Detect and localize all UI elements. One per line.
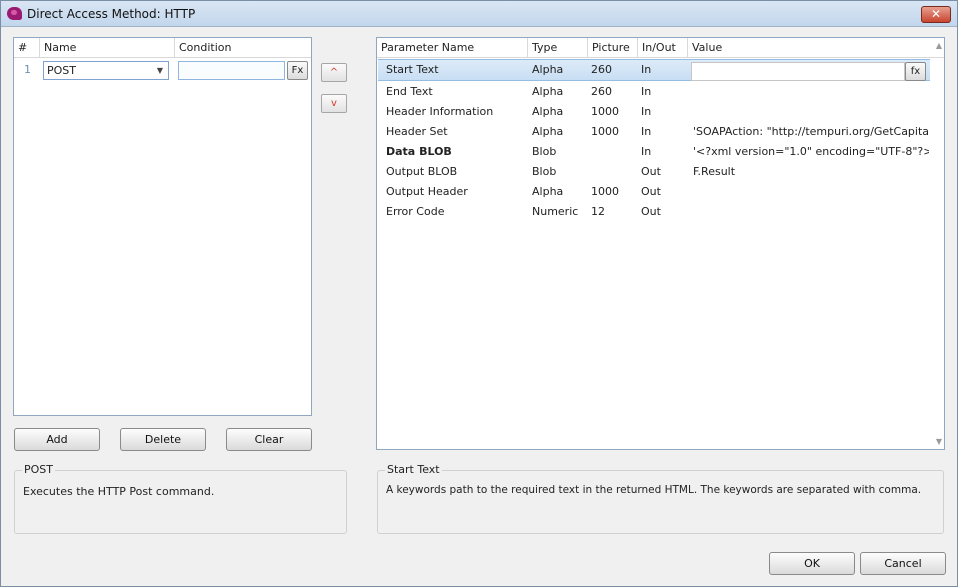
parameter-type-cell: Alpha bbox=[532, 85, 564, 98]
parameter-picture-cell: 12 bbox=[591, 205, 605, 218]
method-info-description: Executes the HTTP Post command. bbox=[23, 485, 215, 498]
method-info-title: POST bbox=[22, 463, 55, 476]
parameter-inout-cell: Out bbox=[641, 165, 661, 178]
column-header-picture: Picture bbox=[588, 38, 638, 58]
parameter-name-cell: Start Text bbox=[386, 63, 439, 76]
parameter-name-cell: Output BLOB bbox=[386, 165, 458, 178]
cancel-button[interactable]: Cancel bbox=[860, 552, 946, 575]
parameter-inout-cell: Out bbox=[641, 205, 661, 218]
ok-button[interactable]: OK bbox=[769, 552, 855, 575]
column-header-type: Type bbox=[528, 38, 588, 58]
parameter-value-cell: 'SOAPAction: "http://tempuri.org/GetCapi… bbox=[693, 125, 929, 138]
parameters-grid: Parameter Name Type Picture In/Out Value… bbox=[376, 37, 945, 450]
table-row[interactable]: Error Code Numeric 12 Out bbox=[377, 202, 930, 222]
column-header-number: # bbox=[14, 38, 40, 58]
table-row[interactable]: 1 POST ▼ Fx bbox=[14, 59, 311, 81]
parameter-value-cell bbox=[693, 102, 929, 122]
parameter-inout-cell: In bbox=[641, 105, 652, 118]
move-up-button[interactable]: ^ bbox=[321, 63, 347, 82]
clear-button[interactable]: Clear bbox=[226, 428, 312, 451]
app-icon bbox=[7, 7, 22, 20]
table-row[interactable]: Output BLOB Blob Out F.Result bbox=[377, 162, 930, 182]
column-header-parameter-name: Parameter Name bbox=[377, 38, 528, 58]
table-row[interactable]: End Text Alpha 260 In bbox=[377, 82, 930, 102]
parameter-inout-cell: In bbox=[641, 85, 652, 98]
method-info-group: POST Executes the HTTP Post command. bbox=[14, 463, 347, 534]
scroll-down-icon[interactable]: ▼ bbox=[936, 437, 942, 446]
parameter-name-cell: Header Information bbox=[386, 105, 494, 118]
value-fx-button[interactable]: fx bbox=[905, 62, 926, 81]
chevron-down-icon: ▼ bbox=[156, 66, 163, 75]
value-input[interactable] bbox=[691, 62, 905, 81]
condition-fx-button[interactable]: Fx bbox=[287, 61, 308, 80]
parameter-picture-cell: 1000 bbox=[591, 125, 619, 138]
column-header-name: Name bbox=[40, 38, 175, 58]
parameter-info-title: Start Text bbox=[385, 463, 442, 476]
parameters-grid-header: Parameter Name Type Picture In/Out Value bbox=[377, 38, 944, 58]
title-bar: Direct Access Method: HTTP ✕ bbox=[1, 1, 957, 27]
move-down-button[interactable]: v bbox=[321, 94, 347, 113]
parameter-type-cell: Blob bbox=[532, 145, 557, 158]
parameter-picture-cell: 1000 bbox=[591, 185, 619, 198]
parameter-type-cell: Alpha bbox=[532, 125, 564, 138]
parameter-type-cell: Numeric bbox=[532, 205, 579, 218]
method-name-dropdown[interactable]: POST ▼ bbox=[43, 61, 169, 80]
table-row[interactable]: Output Header Alpha 1000 Out bbox=[377, 182, 930, 202]
scroll-up-icon[interactable]: ▲ bbox=[936, 41, 942, 50]
parameter-value-cell: F.Result bbox=[693, 165, 736, 178]
add-button[interactable]: Add bbox=[14, 428, 100, 451]
parameter-value-cell: '<?xml version="1.0" encoding="UTF-8"?>' bbox=[693, 145, 929, 158]
delete-button[interactable]: Delete bbox=[120, 428, 206, 451]
parameter-name-cell: Data BLOB bbox=[386, 145, 452, 158]
parameter-inout-cell: Out bbox=[641, 185, 661, 198]
methods-grid: # Name Condition 1 POST ▼ Fx bbox=[13, 37, 312, 416]
parameter-type-cell: Alpha bbox=[532, 185, 564, 198]
parameter-name-cell: Error Code bbox=[386, 205, 445, 218]
row-number: 1 bbox=[24, 63, 31, 76]
parameter-inout-cell: In bbox=[641, 63, 652, 76]
parameter-picture-cell bbox=[591, 162, 638, 182]
methods-grid-header: # Name Condition bbox=[14, 38, 311, 58]
parameter-picture-cell: 260 bbox=[591, 85, 612, 98]
window-title: Direct Access Method: HTTP bbox=[27, 7, 196, 21]
parameter-value-cell bbox=[693, 82, 929, 102]
dialog-window: Direct Access Method: HTTP ✕ # Name Cond… bbox=[0, 0, 958, 587]
table-row[interactable]: Header Information Alpha 1000 In bbox=[377, 102, 930, 122]
close-icon: ✕ bbox=[930, 7, 942, 21]
parameter-type-cell: Blob bbox=[532, 165, 557, 178]
parameter-name-cell: Header Set bbox=[386, 125, 448, 138]
parameter-info-description: A keywords path to the required text in … bbox=[386, 484, 922, 496]
parameter-picture-cell: 1000 bbox=[591, 105, 619, 118]
column-header-value: Value bbox=[692, 41, 723, 54]
method-name-value: POST bbox=[47, 64, 76, 77]
parameter-type-cell: Alpha bbox=[532, 105, 564, 118]
column-header-inout: In/Out bbox=[638, 38, 688, 58]
column-header-condition: Condition bbox=[179, 41, 232, 54]
condition-input[interactable] bbox=[178, 61, 285, 80]
parameter-picture-cell bbox=[591, 142, 638, 162]
close-button[interactable]: ✕ bbox=[921, 6, 951, 23]
table-row[interactable]: Header Set Alpha 1000 In 'SOAPAction: "http:… bbox=[377, 122, 930, 142]
parameter-value-cell bbox=[693, 182, 929, 202]
parameter-inout-cell: In bbox=[641, 125, 652, 138]
parameter-name-cell: Output Header bbox=[386, 185, 468, 198]
parameter-type-cell: Alpha bbox=[532, 63, 564, 76]
parameter-picture-cell: 260 bbox=[591, 63, 612, 76]
parameter-info-group: Start Text A keywords path to the requir… bbox=[377, 463, 944, 534]
parameter-name-cell: End Text bbox=[386, 85, 433, 98]
table-row[interactable]: Data BLOB Blob In '<?xml version="1.0" enco… bbox=[377, 142, 930, 162]
parameter-value-cell bbox=[693, 202, 929, 222]
parameter-inout-cell: In bbox=[641, 145, 652, 158]
